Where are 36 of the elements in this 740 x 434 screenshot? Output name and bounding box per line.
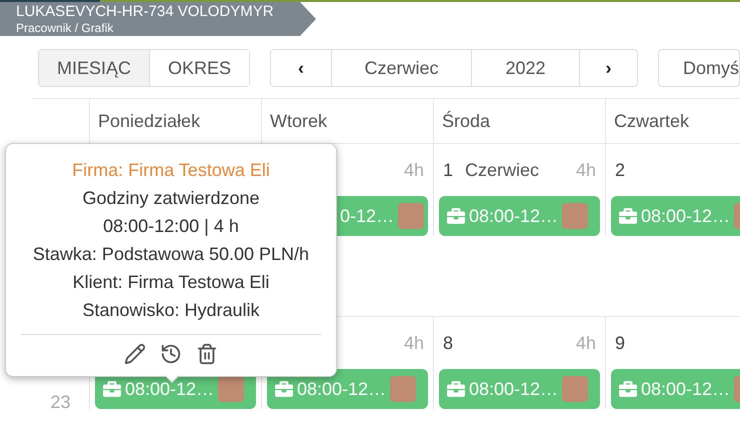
year-field[interactable]: 2022 bbox=[471, 50, 580, 86]
month-label: Czerwiec bbox=[465, 158, 540, 182]
month-field[interactable]: Czerwiec bbox=[331, 50, 472, 86]
employee-name: LUKASEVYCH-HR-734 VOLODYMYR bbox=[16, 4, 275, 19]
popover-line: Stanowisko: Hydraulik bbox=[82, 299, 260, 322]
weekday-header: Wtorek bbox=[270, 110, 328, 132]
popover-line: Godziny zatwierdzone bbox=[82, 187, 260, 210]
day-number: 8 bbox=[443, 332, 454, 354]
next-button[interactable]: › bbox=[579, 50, 638, 86]
week-number: 23 bbox=[50, 391, 71, 414]
day-number: 1 bbox=[443, 158, 454, 182]
shift-time: 08:00-12… bbox=[641, 207, 730, 225]
view-tab[interactable]: MIESIĄC bbox=[39, 50, 150, 86]
shift-time: 08:00-12… bbox=[297, 380, 386, 398]
popover-line: Stawka: Podstawowa 50.00 PLN/h bbox=[32, 243, 310, 266]
view-select[interactable]: Domyś bbox=[658, 49, 740, 87]
shift-time: 08:00-12… bbox=[125, 380, 214, 398]
hours-label: 4h bbox=[404, 158, 424, 182]
popover-title: Firma: Firma Testowa Eli bbox=[72, 159, 270, 182]
day-number: 2 bbox=[615, 158, 626, 182]
shift-time: 08:00-12… bbox=[469, 207, 558, 225]
shift-time: 08:00-12… bbox=[469, 380, 558, 398]
weekday-header: Czwartek bbox=[614, 110, 690, 132]
shift-time: 08:00-12… bbox=[641, 380, 730, 398]
breadcrumb: Pracownik / Grafik bbox=[16, 22, 114, 34]
weekday-header: Środa bbox=[442, 110, 490, 132]
shift-time: 0-12… bbox=[340, 207, 394, 225]
hours-label: 4h bbox=[576, 332, 596, 354]
hours-label: 4h bbox=[576, 158, 596, 182]
day-number: 9 bbox=[615, 332, 626, 354]
view-tab[interactable]: OKRES bbox=[149, 50, 250, 86]
popover-line: Klient: Firma Testowa Eli bbox=[72, 271, 270, 294]
previous-button[interactable]: ‹ bbox=[271, 50, 332, 86]
popover-line: 08:00-12:00 | 4 h bbox=[103, 215, 239, 238]
weekday-header: Poniedziałek bbox=[98, 110, 200, 132]
hours-label: 4h bbox=[404, 332, 424, 354]
